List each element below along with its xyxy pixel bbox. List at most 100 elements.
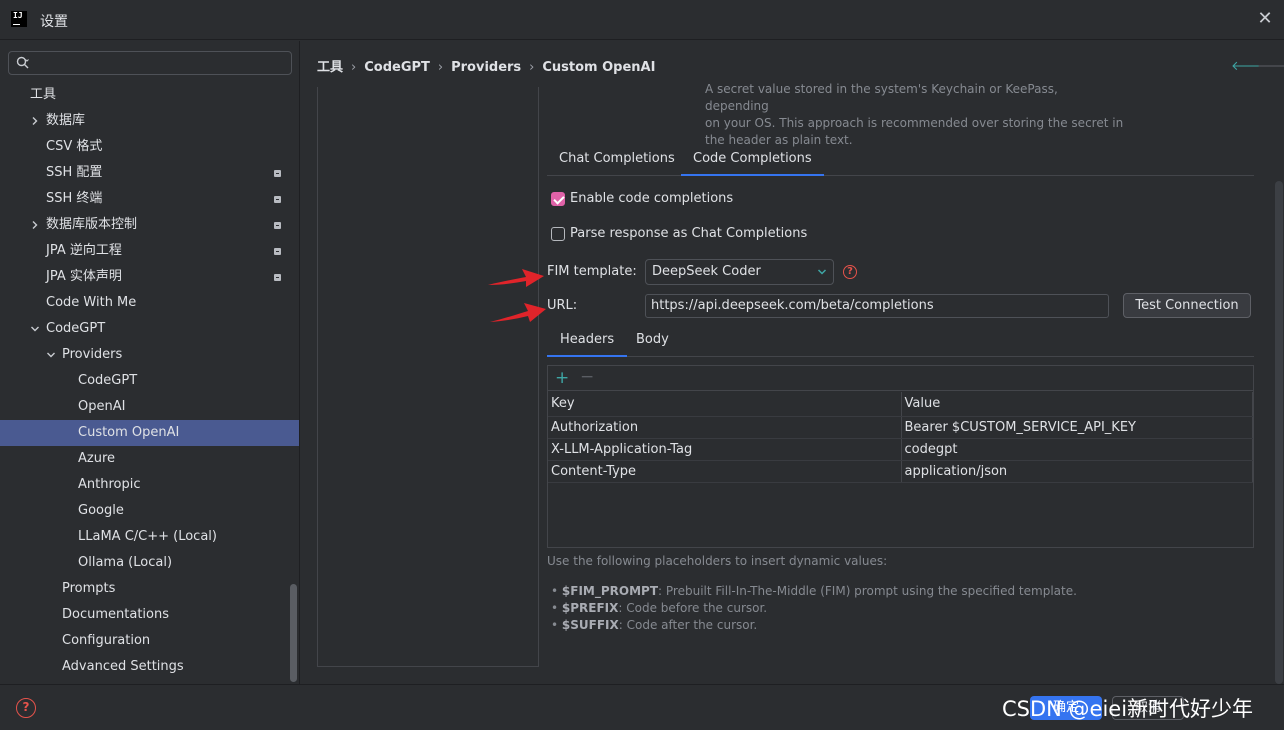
chevron-right-icon[interactable] [30, 220, 40, 230]
tab-body[interactable]: Body [623, 326, 682, 357]
sidebar-item[interactable]: CodeGPT [0, 316, 299, 342]
search-icon [16, 56, 29, 69]
sidebar-item[interactable]: CSV 格式 [0, 134, 299, 160]
checkbox-label: Enable code completions [570, 191, 734, 206]
settings-content: 工具 › CodeGPT › Providers › Custom OpenAI 🡐 🡒 A… [301, 41, 1284, 684]
column-header-value[interactable]: Value [901, 392, 1253, 417]
tab-headers[interactable]: Headers [547, 326, 628, 357]
sidebar-item[interactable]: Providers [0, 342, 299, 368]
sidebar-item[interactable]: Documentations [0, 602, 299, 628]
help-icon[interactable]: ? [843, 265, 857, 279]
breadcrumb-item[interactable]: CodeGPT [364, 60, 430, 75]
header-key-cell[interactable]: Authorization [548, 416, 902, 439]
help-icon[interactable]: ? [16, 698, 36, 718]
content-scrollbar[interactable] [1275, 181, 1283, 684]
sidebar-item-label: Anthropic [78, 477, 141, 492]
table-row[interactable]: Authorization Bearer $CUSTOM_SERVICE_API… [548, 416, 1253, 439]
list-item: • $FIM_PROMPT: Prebuilt Fill-In-The-Midd… [551, 584, 1077, 598]
sidebar-item[interactable]: SSH 配置 [0, 160, 299, 186]
sidebar-item[interactable]: Ollama (Local) [0, 550, 299, 576]
header-value-cell[interactable]: application/json [901, 460, 1253, 483]
sidebar-scrollbar[interactable] [290, 584, 297, 682]
breadcrumb-item[interactable]: 工具 [317, 60, 343, 75]
sidebar-item-label: CodeGPT [46, 321, 106, 336]
header-value-cell[interactable]: Bearer $CUSTOM_SERVICE_API_KEY [901, 416, 1253, 439]
sidebar-item[interactable]: JPA 实体声明 [0, 264, 299, 290]
sidebar-item-label: Advanced Settings [62, 659, 184, 674]
sidebar-item[interactable]: Configuration [0, 628, 299, 654]
breadcrumb-separator-icon: › [529, 60, 535, 75]
sidebar-item-label: Google [78, 503, 124, 518]
sidebar-item-label: OpenAI [78, 399, 126, 414]
description-line: on your OS. This approach is recommended… [705, 116, 1124, 130]
sidebar-item[interactable]: 数据库 [0, 108, 299, 134]
sidebar-item[interactable]: 工具 [0, 82, 299, 108]
dialog-footer: ? 确定 取消 CSDN @eiei新时代好少年 [0, 684, 1284, 730]
sidebar-item[interactable]: JPA 逆向工程 [0, 238, 299, 264]
list-item: • $SUFFIX: Code after the cursor. [551, 618, 758, 632]
sidebar-item-label: Code With Me [46, 295, 137, 310]
breadcrumb-separator-icon: › [351, 60, 357, 75]
sidebar-item[interactable]: 数据库版本控制 [0, 212, 299, 238]
column-header-key[interactable]: Key [548, 392, 902, 417]
sidebar-item[interactable]: SSH 终端 [0, 186, 299, 212]
sidebar-item-label: Configuration [62, 633, 151, 648]
header-key-cell[interactable]: Content-Type [548, 460, 902, 483]
sidebar-item[interactable]: OpenAI [0, 394, 299, 420]
request-tabs: Headers Body [547, 326, 1254, 357]
table-header-row: Key Value [548, 392, 1253, 417]
sidebar-item-label: SSH 终端 [46, 191, 103, 206]
project-level-icon [274, 274, 281, 281]
chevron-down-icon [817, 269, 827, 275]
header-key-cell[interactable]: X-LLM-Application-Tag [548, 438, 902, 461]
sidebar-item[interactable]: CodeGPT [0, 368, 299, 394]
project-level-icon [274, 248, 281, 255]
sidebar-item[interactable]: LLaMA C/C++ (Local) [0, 524, 299, 550]
sidebar-item-label: 数据库 [46, 113, 86, 128]
project-level-icon [274, 196, 281, 203]
intellij-logo-icon: IJ [11, 11, 27, 27]
placeholder-hint: Use the following placeholders to insert… [547, 554, 888, 568]
forward-arrow-icon[interactable]: 🡒 [1257, 58, 1284, 74]
placeholder-desc: : Prebuilt Fill-In-The-Middle (FIM) prom… [658, 584, 1077, 598]
sidebar-item[interactable]: Azure [0, 446, 299, 472]
url-label: URL: [547, 298, 578, 313]
sidebar-item-label: SSH 配置 [46, 165, 103, 180]
placeholder-name: $PREFIX [561, 601, 619, 615]
chevron-right-icon[interactable] [30, 116, 40, 126]
sidebar-item[interactable]: Code With Me [0, 290, 299, 316]
sidebar-item-label: Custom OpenAI [78, 425, 180, 440]
close-icon[interactable]: ✕ [1256, 10, 1274, 28]
url-input[interactable]: https://api.deepseek.com/beta/completion… [645, 294, 1109, 318]
table-row[interactable]: Content-Type application/json [548, 460, 1253, 483]
sidebar-item[interactable]: Google [0, 498, 299, 524]
sidebar-item[interactable]: Custom OpenAI [0, 420, 299, 446]
sidebar-item[interactable]: Anthropic [0, 472, 299, 498]
remove-icon[interactable]: − [580, 367, 594, 387]
provider-list-panel [317, 87, 539, 667]
breadcrumb-separator-icon: › [437, 60, 444, 75]
completion-tabs: Chat Completions Code Completions [547, 144, 1254, 176]
sidebar-item[interactable]: Prompts [0, 576, 299, 602]
sidebar-item[interactable]: Advanced Settings [0, 654, 299, 680]
chevron-down-icon[interactable] [30, 324, 40, 334]
sidebar-item-label: JPA 实体声明 [46, 269, 122, 284]
tab-chat-completions[interactable]: Chat Completions [547, 144, 687, 176]
search-input[interactable] [8, 51, 292, 75]
chevron-down-icon[interactable] [46, 350, 56, 360]
fim-template-select[interactable]: DeepSeek Coder [645, 259, 834, 285]
sidebar-item-label: LLaMA C/C++ (Local) [78, 529, 217, 544]
headers-table: Key Value Authorization Bearer $CUSTOM_S… [548, 392, 1253, 483]
breadcrumb-item[interactable]: Providers [451, 60, 521, 75]
table-row[interactable]: X-LLM-Application-Tag codegpt [548, 438, 1253, 461]
tab-code-completions[interactable]: Code Completions [681, 144, 824, 176]
sidebar-item-label: Ollama (Local) [78, 555, 173, 570]
header-value-cell[interactable]: codegpt [901, 438, 1253, 461]
test-connection-button[interactable]: Test Connection [1123, 293, 1251, 318]
settings-sidebar: 工具数据库 CSV 格式 SSH 配置 SSH 终端数据库版本控制 JPA 逆向工程 JP… [0, 41, 300, 684]
checkbox-checked-icon[interactable] [551, 192, 565, 206]
checkbox-unchecked-icon[interactable] [551, 227, 565, 241]
add-icon[interactable]: + [555, 368, 569, 388]
secret-description: A secret value stored in the system's Ke… [705, 81, 1125, 149]
placeholder-name: $FIM_PROMPT [561, 584, 659, 598]
